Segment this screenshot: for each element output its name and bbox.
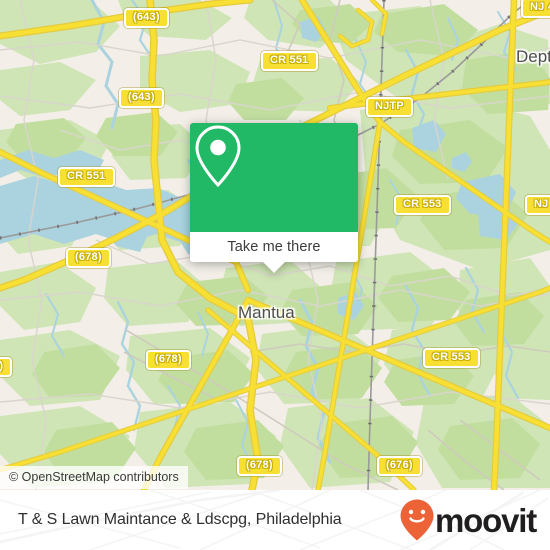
location-popup-card[interactable]: Take me there xyxy=(190,123,358,273)
shield-njtp[interactable]: NJTP xyxy=(366,97,413,117)
popup-pointer xyxy=(263,262,285,273)
moovit-smiley-pin-icon xyxy=(400,499,434,541)
moovit-wordmark: moovit xyxy=(435,501,537,539)
shield-643-north[interactable]: (643) xyxy=(124,8,169,28)
shield-678-west[interactable]: (678) xyxy=(66,248,111,268)
place-title: T & S Lawn Maintance & Ldscpg, Philadelp… xyxy=(18,511,342,528)
shield-cr-551-west[interactable]: CR 551 xyxy=(58,167,115,187)
map-screenshot: Dept Mantua (643) CR 551 (643) NJTP NJ 4… xyxy=(0,0,550,550)
shield-643-south[interactable]: (643) xyxy=(119,88,164,108)
shield-cr-553-lower[interactable]: CR 553 xyxy=(423,348,480,368)
footer-bar: T & S Lawn Maintance & Ldscpg, Philadelp… xyxy=(0,490,550,550)
shield-nj-41-top[interactable]: NJ 41 xyxy=(521,0,550,18)
shield-676-bottom[interactable]: (676) xyxy=(377,456,422,476)
shield-nj-41-right[interactable]: NJ 41 xyxy=(525,195,550,215)
shield-cr-551-north[interactable]: CR 551 xyxy=(261,51,318,71)
place-label-mantua: Mantua xyxy=(238,303,295,322)
shield-cr-553-upper[interactable]: CR 553 xyxy=(394,195,451,215)
location-pin-icon xyxy=(195,125,241,188)
moovit-brand[interactable]: moovit xyxy=(400,499,537,541)
take-me-there-label: Take me there xyxy=(227,239,321,255)
map-canvas[interactable]: Dept Mantua (643) CR 551 (643) NJTP NJ 4… xyxy=(0,0,550,490)
osm-attribution[interactable]: © OpenStreetMap contributors xyxy=(0,466,188,489)
shield-678-mid[interactable]: (678) xyxy=(146,350,191,370)
popup-icon-area xyxy=(190,123,358,232)
place-label-deptford: Dept xyxy=(516,47,550,66)
popup-cta-area[interactable]: Take me there xyxy=(190,232,358,262)
shield-678-bottom[interactable]: (678) xyxy=(237,456,282,476)
shield-partial-left[interactable]: 7) xyxy=(0,357,13,377)
